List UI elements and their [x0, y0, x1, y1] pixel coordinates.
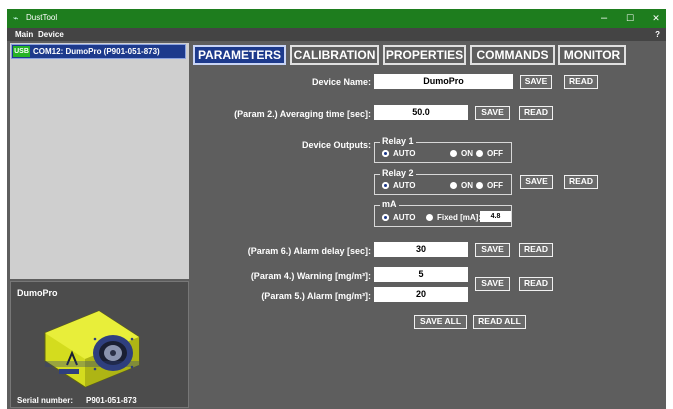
read-averaging-time-button[interactable]: READ	[519, 106, 553, 120]
device-outputs-label: Device Outputs:	[301, 140, 371, 150]
relay2-off-radio[interactable]: OFF	[476, 181, 503, 190]
save-all-button[interactable]: SAVE ALL	[414, 315, 467, 329]
device-entry-label: COM12: DumoPro (P901-051-873)	[33, 47, 160, 56]
menu-bar: Main Device ?	[7, 28, 666, 41]
save-outputs-button[interactable]: SAVE	[520, 175, 553, 189]
save-thresholds-button[interactable]: SAVE	[475, 277, 510, 291]
close-button[interactable]: ✕	[645, 11, 666, 25]
read-device-name-button[interactable]: READ	[564, 75, 598, 89]
warning-label: (Param 4.) Warning [mg/m³]:	[250, 271, 371, 281]
alarm-delay-label: (Param 6.) Alarm delay [sec]:	[247, 246, 371, 256]
title-bar: ⌁ DustTool – ☐ ✕	[7, 9, 666, 28]
usb-badge: USB	[13, 46, 30, 57]
device-name-label: Device Name:	[311, 77, 371, 87]
tab-monitor[interactable]: MONITOR	[558, 45, 626, 65]
relay1-auto-radio[interactable]: AUTO	[382, 149, 416, 158]
tab-commands[interactable]: COMMANDS	[470, 45, 555, 65]
save-device-name-button[interactable]: SAVE	[520, 75, 552, 89]
device-model-title: DumoPro	[17, 288, 58, 298]
relay1-off-radio[interactable]: OFF	[476, 149, 503, 158]
alarm-label: (Param 5.) Alarm [mg/m³]:	[261, 291, 371, 301]
ma-output-group: mA AUTO Fixed [mA]: 4.8	[374, 199, 512, 227]
relay2-auto-radio[interactable]: AUTO	[382, 181, 416, 190]
ma-fixed-radio[interactable]: Fixed [mA]:	[426, 213, 481, 222]
app-window: ⌁ DustTool – ☐ ✕ Main Device ? USB COM12…	[7, 9, 666, 409]
relay1-on-radio[interactable]: ON	[450, 149, 473, 158]
menu-device[interactable]: Device	[38, 30, 64, 39]
minimize-button[interactable]: –	[593, 11, 615, 25]
tab-parameters[interactable]: PARAMETERS	[193, 45, 286, 65]
dust-sensor-image	[44, 310, 140, 388]
ma-title: mA	[380, 199, 399, 209]
ma-fixed-value-input[interactable]: 4.8	[480, 211, 511, 222]
menu-main[interactable]: Main	[15, 30, 33, 39]
serial-number-value: P901-051-873	[86, 396, 137, 405]
app-logo-icon: ⌁	[13, 13, 19, 23]
ma-auto-radio[interactable]: AUTO	[382, 213, 416, 222]
device-list: USB COM12: DumoPro (P901-051-873)	[10, 43, 189, 279]
relay2-on-radio[interactable]: ON	[450, 181, 473, 190]
read-all-button[interactable]: READ ALL	[473, 315, 526, 329]
read-thresholds-button[interactable]: READ	[519, 277, 553, 291]
warning-input[interactable]: 5	[374, 267, 468, 282]
tab-properties[interactable]: PROPERTIES	[383, 45, 466, 65]
help-menu[interactable]: ?	[655, 30, 660, 39]
maximize-button[interactable]: ☐	[619, 11, 641, 25]
averaging-time-label: (Param 2.) Averaging time [sec]:	[234, 109, 371, 119]
alarm-input[interactable]: 20	[374, 287, 468, 302]
save-averaging-time-button[interactable]: SAVE	[475, 106, 510, 120]
relay1-group: Relay 1 AUTO ON OFF	[374, 136, 512, 163]
device-info-panel: DumoPro Serial number: P901-051-873	[10, 281, 189, 408]
device-name-input[interactable]: DumoPro	[374, 74, 513, 89]
read-outputs-button[interactable]: READ	[564, 175, 598, 189]
averaging-time-input[interactable]: 50.0	[374, 105, 468, 120]
serial-number-label: Serial number:	[17, 396, 74, 405]
relay2-group: Relay 2 AUTO ON OFF	[374, 168, 512, 195]
device-list-item[interactable]: USB COM12: DumoPro (P901-051-873)	[11, 44, 186, 59]
read-alarm-delay-button[interactable]: READ	[519, 243, 553, 257]
relay2-title: Relay 2	[380, 168, 416, 178]
save-alarm-delay-button[interactable]: SAVE	[475, 243, 510, 257]
tab-calibration[interactable]: CALIBRATION	[290, 45, 379, 65]
window-title: DustTool	[26, 13, 58, 22]
relay1-title: Relay 1	[380, 136, 416, 146]
alarm-delay-input[interactable]: 30	[374, 242, 468, 257]
